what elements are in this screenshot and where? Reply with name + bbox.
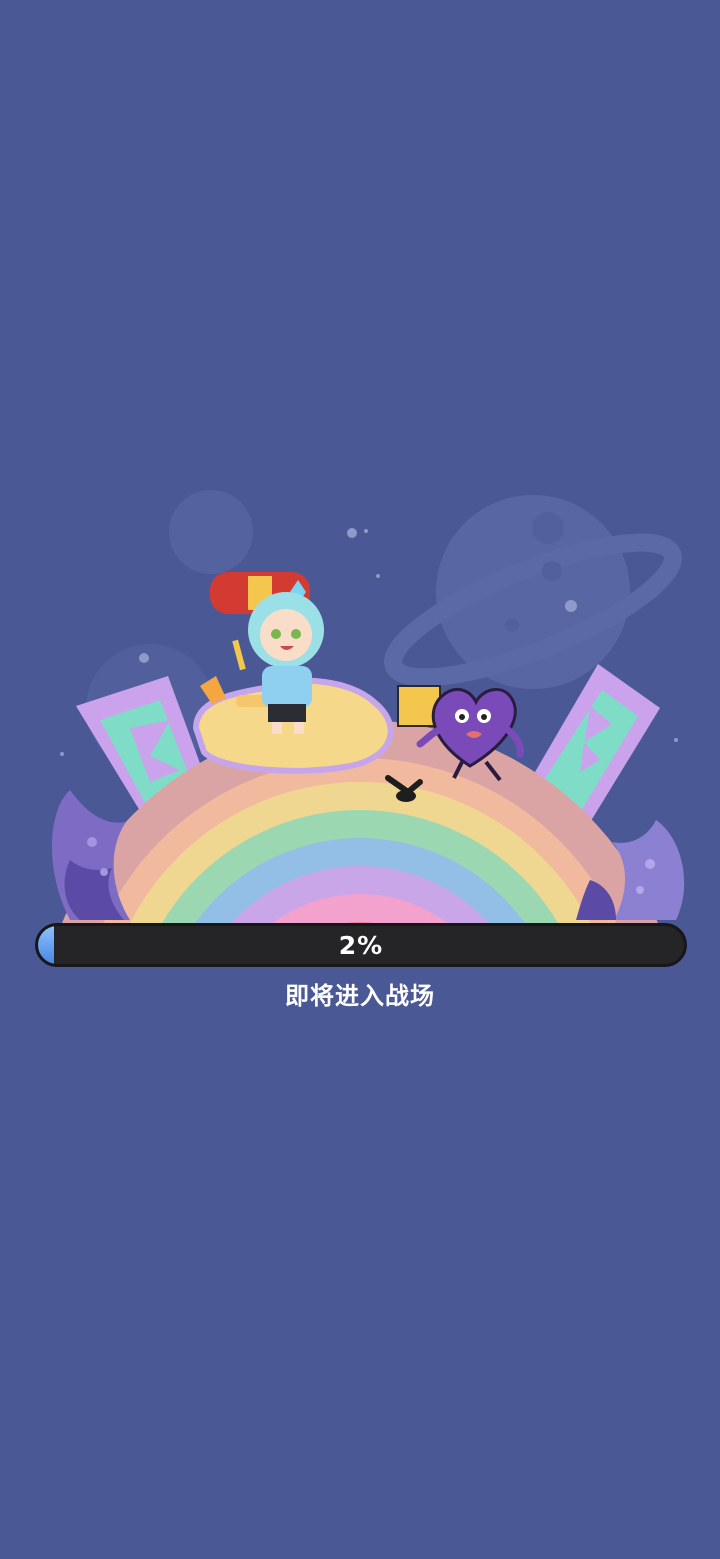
loading-illustration bbox=[0, 480, 720, 930]
bg-planet-left bbox=[169, 490, 253, 574]
bg-planet-ringed bbox=[384, 495, 682, 689]
planet-scene bbox=[51, 490, 685, 923]
loading-screen: 2% 即将进入战场 bbox=[0, 0, 720, 1559]
loading-status-text: 即将进入战场 bbox=[285, 982, 435, 1010]
loading-progress-bar: 2% bbox=[35, 923, 687, 967]
progress-percent-label: 2% bbox=[338, 930, 384, 960]
